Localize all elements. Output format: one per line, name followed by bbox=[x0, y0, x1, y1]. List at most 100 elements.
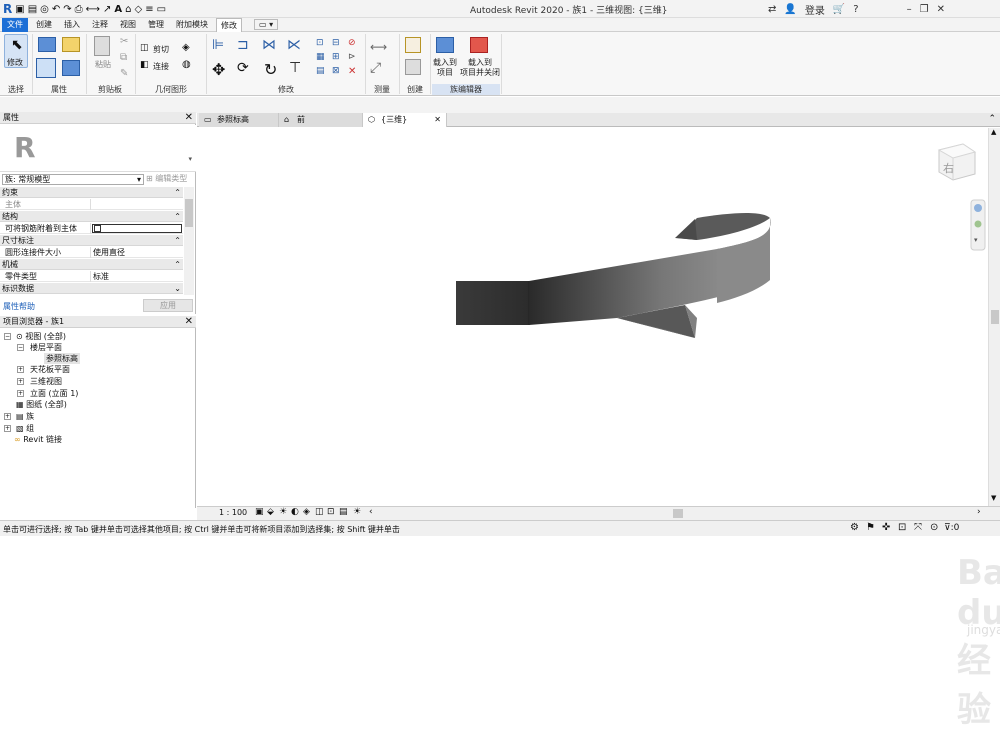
expand-toggle[interactable]: + bbox=[4, 413, 11, 420]
cope-icon[interactable]: ◫ bbox=[140, 43, 149, 53]
modify-button[interactable]: ⬉ 修改 bbox=[4, 34, 28, 68]
rebar-host-field[interactable] bbox=[92, 224, 182, 233]
tree-item-revit-links[interactable]: ∞ Revit 链接 bbox=[14, 434, 62, 445]
properties-scroll-thumb[interactable] bbox=[185, 199, 193, 227]
revit-logo-icon[interactable]: R bbox=[3, 2, 12, 16]
tree-item-families[interactable]: ▤ 族 bbox=[16, 411, 34, 422]
collapse-toggle[interactable]: − bbox=[17, 344, 24, 351]
show-crop-icon[interactable]: ⊡ bbox=[327, 507, 335, 517]
3d-view-icon[interactable]: ⌂ bbox=[125, 4, 131, 15]
scale-icon[interactable]: ▤ bbox=[316, 66, 325, 76]
browser-close-icon[interactable]: ✕ bbox=[185, 316, 193, 328]
drawing-canvas[interactable]: 右 ▾ Bai du 经验 jingyan.baidu.com bbox=[197, 128, 1000, 730]
load-into-project-close-icon[interactable] bbox=[470, 37, 488, 53]
join-icon[interactable]: ◧ bbox=[140, 60, 149, 70]
scroll-down-icon[interactable]: ▼ bbox=[991, 494, 996, 502]
view-cube[interactable]: 右 bbox=[937, 143, 977, 181]
tab-reference-level[interactable]: ▭ 参照标高 bbox=[199, 113, 279, 127]
type-selector-preview[interactable]: R ▾ bbox=[0, 125, 196, 172]
family-type-select[interactable]: 族: 常规模型 ▾ bbox=[2, 174, 144, 185]
unpin-element-icon[interactable]: ⊳ bbox=[348, 52, 356, 62]
filter-status[interactable]: ⊽:0 bbox=[944, 523, 959, 533]
switch-windows-icon[interactable]: ▭ bbox=[157, 4, 166, 15]
minimize-button[interactable]: – bbox=[907, 4, 912, 15]
array-icon[interactable]: ▦ bbox=[316, 52, 325, 62]
mirror-draw-icon[interactable]: ⋉ bbox=[287, 37, 301, 53]
properties-icon[interactable] bbox=[36, 58, 56, 78]
tree-item-reference-level[interactable]: 参照标高 bbox=[44, 353, 80, 364]
scroll-up-icon[interactable]: ▲ bbox=[991, 128, 996, 136]
tab-create[interactable]: 创建 bbox=[32, 18, 56, 32]
tab-file[interactable]: 文件 bbox=[2, 18, 28, 32]
open-icon[interactable]: ▣ bbox=[15, 4, 24, 15]
trim-multiple-icon[interactable]: ⊞ bbox=[332, 52, 340, 62]
tab-menu-icon[interactable]: ⌃ bbox=[988, 114, 996, 124]
tab-front[interactable]: ⌂ 前 bbox=[279, 113, 363, 127]
select-pinned-icon[interactable]: ✜ bbox=[882, 522, 890, 533]
section-mechanical[interactable]: 机械 ⌃ bbox=[0, 259, 183, 270]
undo-icon[interactable]: ↶ bbox=[52, 4, 60, 15]
select-by-face-icon[interactable]: ⊡ bbox=[898, 522, 906, 533]
scroll-left-icon[interactable]: ‹ bbox=[369, 507, 373, 517]
tab-annotate[interactable]: 注释 bbox=[88, 18, 112, 32]
collapse-toggle[interactable]: − bbox=[4, 333, 11, 340]
detail-level-icon[interactable]: ▣ bbox=[255, 507, 264, 517]
reveal-hidden-icon[interactable]: ☀ bbox=[353, 507, 361, 517]
rebar-host-checkbox[interactable] bbox=[94, 225, 101, 232]
curved-sweep[interactable] bbox=[529, 213, 771, 338]
expand-toggle[interactable]: + bbox=[17, 366, 24, 373]
canvas-vertical-scrollbar[interactable]: ▲ ▼ bbox=[988, 128, 1000, 506]
text-icon[interactable]: A bbox=[114, 4, 122, 15]
tab-insert[interactable]: 插入 bbox=[60, 18, 84, 32]
select-links-icon[interactable]: ⚙ bbox=[850, 522, 859, 533]
family-types-icon[interactable] bbox=[38, 37, 56, 52]
align-icon[interactable]: ⊫ bbox=[212, 37, 224, 53]
delete-icon[interactable]: ✕ bbox=[348, 66, 356, 77]
expand-toggle[interactable]: + bbox=[17, 378, 24, 385]
background-process-icon[interactable]: ⊙ bbox=[930, 522, 938, 533]
visual-style-icon[interactable]: ⬙ bbox=[267, 507, 274, 517]
panel-select-label[interactable]: 选择 bbox=[0, 84, 32, 95]
part-type-value[interactable]: 标准 bbox=[93, 271, 109, 282]
expand-toggle[interactable]: + bbox=[17, 390, 24, 397]
family-category-icon[interactable] bbox=[62, 37, 80, 52]
pin-icon[interactable]: ⊠ bbox=[332, 66, 340, 76]
sync-icon[interactable]: ◎ bbox=[40, 4, 49, 15]
tab-modify[interactable]: 修改 bbox=[216, 18, 242, 32]
tree-item-sheets[interactable]: ▦ 图纸 (全部) bbox=[16, 399, 67, 410]
tab-dropdown-icon[interactable]: ▭ ▾ bbox=[254, 19, 279, 30]
cart-icon[interactable]: 🛒 bbox=[833, 4, 845, 15]
load-into-project-close-label[interactable]: 载入到 项目并关闭 bbox=[460, 58, 500, 78]
properties-scrollbar[interactable] bbox=[184, 187, 194, 295]
offset-icon[interactable]: ⊐ bbox=[237, 37, 249, 53]
move-icon[interactable]: ✥ bbox=[212, 60, 225, 79]
dimension-icon[interactable]: ↗ bbox=[103, 4, 111, 15]
steering-wheel-icon[interactable] bbox=[974, 204, 982, 212]
thin-lines-icon[interactable]: ≡ bbox=[145, 4, 153, 15]
cut-icon[interactable]: ✂ bbox=[120, 36, 128, 47]
split-face-icon[interactable]: ◈ bbox=[182, 42, 190, 53]
load-into-project-icon[interactable] bbox=[436, 37, 454, 53]
join-geometry-label[interactable]: 连接 bbox=[153, 61, 169, 72]
redo-icon[interactable]: ↷ bbox=[63, 4, 71, 15]
copy-icon[interactable]: ⧉ bbox=[120, 52, 127, 63]
copy-element-icon[interactable]: ⟳ bbox=[237, 60, 249, 76]
tree-item-elevations[interactable]: 立面 (立面 1) bbox=[30, 388, 78, 399]
user-icon[interactable]: 👤 bbox=[784, 4, 796, 15]
tree-item-groups[interactable]: ▧ 组 bbox=[16, 423, 34, 434]
split-icon[interactable]: ⊡ bbox=[316, 38, 324, 48]
trim-icon[interactable]: ⊤ bbox=[289, 60, 301, 76]
type-properties-icon[interactable] bbox=[62, 60, 80, 76]
unpin-icon[interactable]: ⊟ bbox=[332, 38, 340, 48]
measure-distance-icon[interactable]: ⟷ bbox=[370, 40, 387, 54]
horizontal-scroll-thumb[interactable] bbox=[673, 509, 683, 518]
temporary-hide-icon[interactable]: ▤ bbox=[339, 507, 348, 517]
aligned-dimension-icon[interactable]: ⤢ bbox=[370, 60, 381, 76]
close-button[interactable]: ✕ bbox=[937, 4, 945, 15]
tree-item-3d-views[interactable]: 三维视图 bbox=[30, 376, 62, 387]
login-button[interactable]: 登录 bbox=[805, 2, 825, 17]
chevron-down-icon[interactable]: ▾ bbox=[974, 236, 978, 244]
paste-icon[interactable] bbox=[94, 36, 110, 56]
tab-addins[interactable]: 附加模块 bbox=[172, 18, 212, 32]
create-similar-icon[interactable] bbox=[405, 37, 421, 53]
